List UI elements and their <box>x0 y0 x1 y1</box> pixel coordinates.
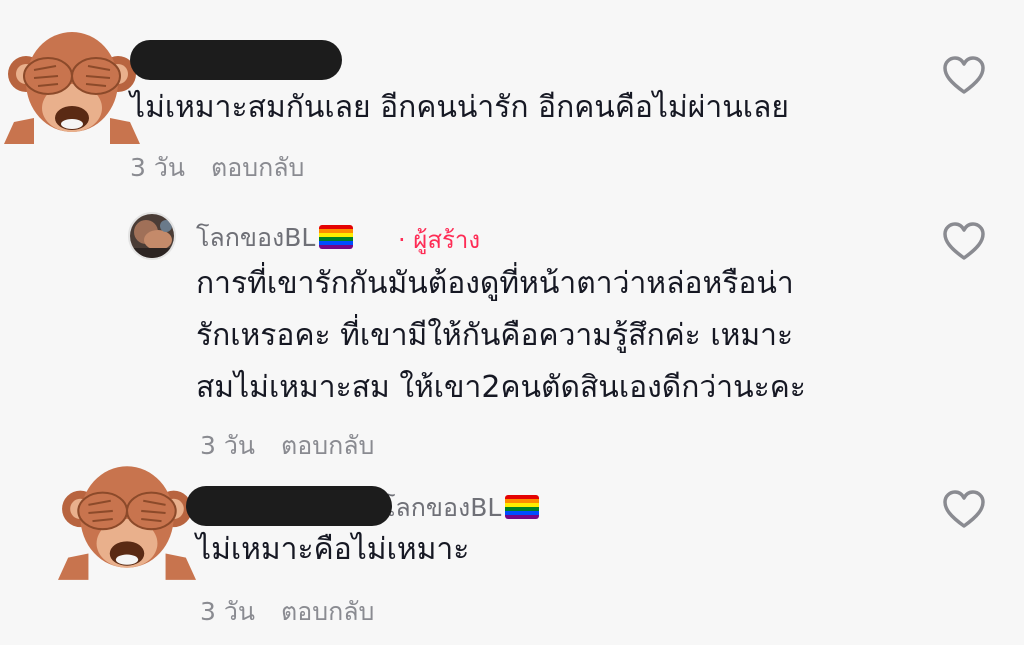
comment-meta: 3 วัน ตอบกลับ <box>200 592 374 632</box>
heart-icon[interactable] <box>942 490 986 530</box>
heart-icon[interactable] <box>942 222 986 262</box>
comment-meta: 3 วัน ตอบกลับ <box>130 148 304 188</box>
reply-text-line: รักเหรอคะ ที่เขามีให้กันคือความรู้สึกค่ะ… <box>196 318 794 353</box>
reply-meta: 3 วัน ตอบกลับ <box>200 426 374 466</box>
creator-badge: · ผู้สร้าง <box>398 226 481 254</box>
redacted-username <box>130 40 342 80</box>
reply-button[interactable]: ตอบกลับ <box>281 431 374 460</box>
comments-panel: ไม่เหมาะสมกันเลย อีกคนน่ารัก อีกคนคือไม่… <box>0 0 1024 645</box>
reply-text-line: การที่เขารักกันมันต้องดูที่หน้าตาว่าหล่อ… <box>196 266 794 301</box>
reply-button[interactable]: ตอบกลับ <box>211 153 304 182</box>
comment-text: ไม่เหมาะคือไม่เหมาะ <box>196 532 470 567</box>
rainbow-flag-icon <box>505 495 540 519</box>
redacted-username <box>186 486 392 526</box>
see-no-evil-monkey-avatar[interactable] <box>58 450 196 582</box>
reply-time: 3 วัน <box>200 431 255 460</box>
reply-to-username[interactable]: โลกของBL <box>382 488 540 528</box>
heart-icon[interactable] <box>942 56 986 96</box>
creator-username[interactable]: โลกของBL <box>196 218 354 258</box>
creator-avatar[interactable] <box>128 212 176 260</box>
rainbow-flag-icon <box>319 225 354 249</box>
comment-time: 3 วัน <box>200 597 255 626</box>
reply-button[interactable]: ตอบกลับ <box>281 597 374 626</box>
comment-text: ไม่เหมาะสมกันเลย อีกคนน่ารัก อีกคนคือไม่… <box>130 90 789 125</box>
reply-text-line: สมไม่เหมาะสม ให้เขา2คนตัดสินเองดีกว่านะค… <box>196 370 806 405</box>
see-no-evil-monkey-avatar[interactable] <box>4 18 140 144</box>
comment-time: 3 วัน <box>130 153 185 182</box>
